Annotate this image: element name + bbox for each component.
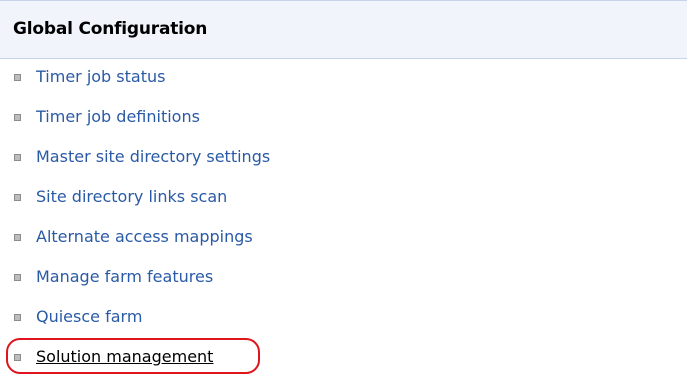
link-alternate-access-mappings[interactable]: Alternate access mappings: [36, 227, 253, 246]
link-solution-management[interactable]: Solution management: [36, 347, 213, 366]
section-header: Global Configuration: [0, 0, 687, 59]
link-timer-job-status[interactable]: Timer job status: [36, 67, 165, 86]
link-item-site-directory-links-scan[interactable]: Site directory links scan: [0, 179, 687, 219]
link-item-solution-management[interactable]: Solution management: [0, 339, 687, 379]
square-bullet-icon: [14, 114, 21, 121]
link-master-site-directory-settings[interactable]: Master site directory settings: [36, 147, 270, 166]
link-item-master-site-directory-settings[interactable]: Master site directory settings: [0, 139, 687, 179]
square-bullet-icon: [14, 314, 21, 321]
section-title: Global Configuration: [13, 19, 208, 39]
link-item-manage-farm-features[interactable]: Manage farm features: [0, 259, 687, 299]
link-item-alternate-access-mappings[interactable]: Alternate access mappings: [0, 219, 687, 259]
link-item-quiesce-farm[interactable]: Quiesce farm: [0, 299, 687, 339]
square-bullet-icon: [14, 274, 21, 281]
link-site-directory-links-scan[interactable]: Site directory links scan: [36, 187, 227, 206]
square-bullet-icon: [14, 74, 21, 81]
link-item-timer-job-status[interactable]: Timer job status: [0, 59, 687, 99]
square-bullet-icon: [14, 354, 21, 361]
link-manage-farm-features[interactable]: Manage farm features: [36, 267, 213, 286]
square-bullet-icon: [14, 154, 21, 161]
link-quiesce-farm[interactable]: Quiesce farm: [36, 307, 142, 326]
link-item-timer-job-definitions[interactable]: Timer job definitions: [0, 99, 687, 139]
square-bullet-icon: [14, 194, 21, 201]
link-timer-job-definitions[interactable]: Timer job definitions: [36, 107, 200, 126]
square-bullet-icon: [14, 234, 21, 241]
